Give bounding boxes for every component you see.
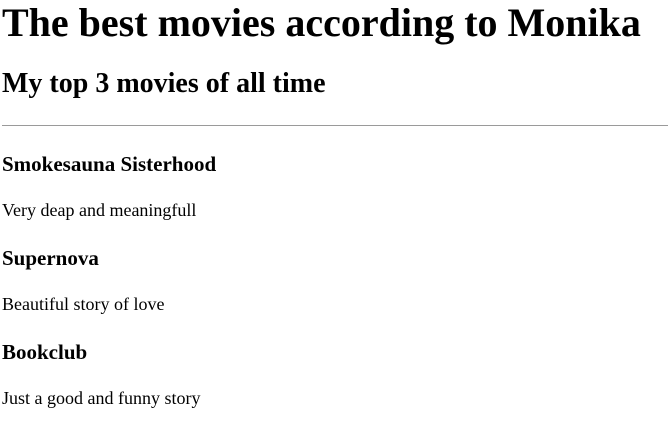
movie-list: Smokesauna Sisterhood Very deap and mean… <box>2 151 668 409</box>
movie-item: Bookclub Just a good and funny story <box>2 339 668 409</box>
movie-title: Bookclub <box>2 340 88 364</box>
movie-description: Just a good and funny story <box>2 388 201 408</box>
page: The best movies according to Monika My t… <box>0 0 670 409</box>
movie-title: Smokesauna Sisterhood <box>2 152 217 176</box>
divider <box>2 125 668 126</box>
page-subtitle: My top 3 movies of all time <box>2 68 326 99</box>
movie-item: Supernova Beautiful story of love <box>2 245 668 315</box>
page-title: The best movies according to Monika <box>2 0 641 45</box>
movie-description: Very deap and meaningfull <box>2 200 197 220</box>
movie-description: Beautiful story of love <box>2 294 165 314</box>
movie-item: Smokesauna Sisterhood Very deap and mean… <box>2 151 668 221</box>
movie-title: Supernova <box>2 246 99 270</box>
